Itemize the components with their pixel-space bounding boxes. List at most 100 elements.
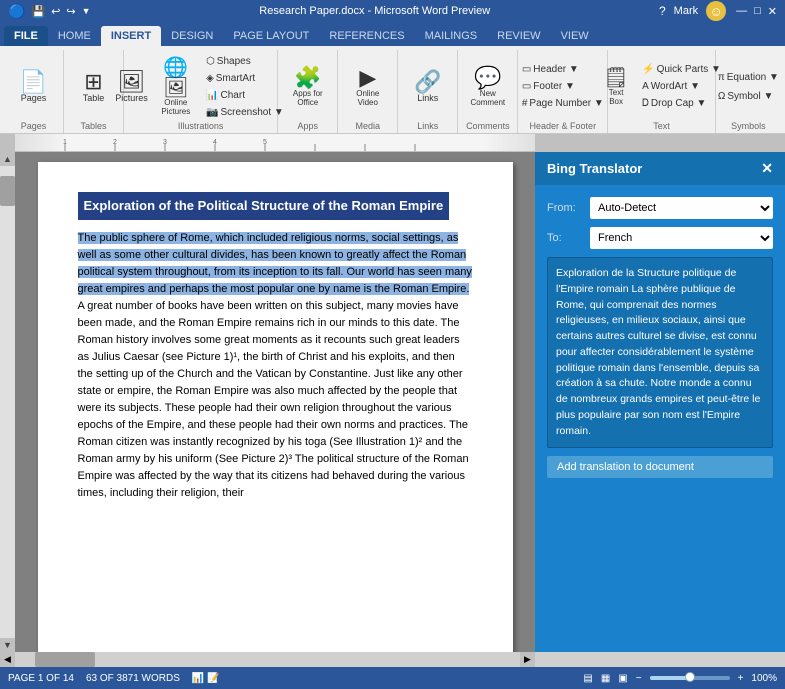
screenshot-button[interactable]: 📷 Screenshot ▼ xyxy=(202,105,288,120)
translator-header: Bing Translator ✕ xyxy=(535,152,785,185)
help-icon[interactable]: ? xyxy=(659,4,666,18)
smartart-button[interactable]: ◈ SmartArt xyxy=(202,71,288,86)
translator-add-button[interactable]: Add translation to document xyxy=(547,456,773,478)
apps-buttons: 🧩 Apps forOffice xyxy=(289,52,327,121)
tab-design[interactable]: DESIGN xyxy=(161,26,223,46)
document[interactable]: Exploration of the Political Structure o… xyxy=(38,162,513,652)
links-label: Links xyxy=(417,93,438,103)
view-icon-read[interactable]: ▤ xyxy=(583,673,592,684)
tab-references[interactable]: REFERENCES xyxy=(319,26,414,46)
media-group-label: Media xyxy=(356,121,381,133)
scroll-down-arrow[interactable]: ▼ xyxy=(1,638,14,652)
pictures-icon: 🖼 xyxy=(118,71,146,93)
maximize-btn[interactable]: □ xyxy=(754,5,761,17)
ribbon-group-text: 🗒 TextBox ⚡ Quick Parts ▼ A WordArt ▼ Ꭰ … xyxy=(608,50,715,133)
new-comment-icon: 💬 xyxy=(474,67,501,89)
pictures-button[interactable]: 🖼 Pictures xyxy=(114,69,150,105)
h-scroll-left[interactable]: ◀ xyxy=(0,652,15,667)
zoom-minus[interactable]: − xyxy=(636,673,642,684)
h-scroll-right-filler xyxy=(535,652,785,667)
h-scroll-right[interactable]: ▶ xyxy=(520,652,535,667)
document-title: Exploration of the Political Structure o… xyxy=(78,192,450,220)
qat-save[interactable]: 💾 xyxy=(31,5,45,18)
left-scrollbar[interactable]: ▲ ▼ xyxy=(0,152,15,652)
tab-page-layout[interactable]: PAGE LAYOUT xyxy=(223,26,319,46)
comments-buttons: 💬 NewComment xyxy=(466,52,509,121)
ribbon-group-media: ▶ OnlineVideo Media xyxy=(338,50,398,133)
ruler: 1 2 3 4 5 xyxy=(0,134,785,152)
ribbon: 📄 Pages Pages ⊞ Table Tables 🖼 Pictures … xyxy=(0,46,785,134)
links-button[interactable]: 🔗 Links xyxy=(410,69,446,105)
tab-mailings[interactable]: MAILINGS xyxy=(415,26,488,46)
h-scroll-thumb[interactable] xyxy=(35,652,95,667)
header-button[interactable]: ▭ Header ▼ xyxy=(518,62,608,77)
links-buttons: 🔗 Links xyxy=(410,52,446,121)
symbols-buttons: π Equation ▼ Ω Symbol ▼ xyxy=(714,52,783,121)
smartart-label: SmartArt xyxy=(216,73,255,84)
comments-group-label: Comments xyxy=(466,121,510,133)
footer-icon: ▭ xyxy=(522,81,531,92)
header-footer-group-label: Header & Footer xyxy=(530,121,597,133)
apps-button[interactable]: 🧩 Apps forOffice xyxy=(289,65,327,109)
translator-close-button[interactable]: ✕ xyxy=(761,160,773,177)
tab-view[interactable]: VIEW xyxy=(551,26,599,46)
window-controls: ? Mark ☺ — □ ✕ xyxy=(659,1,777,21)
scroll-up-arrow[interactable]: ▲ xyxy=(1,152,14,166)
close-btn[interactable]: ✕ xyxy=(768,5,777,18)
h-scrollbar-area: ◀ ▶ xyxy=(0,652,785,667)
equation-button[interactable]: π Equation ▼ xyxy=(714,70,783,85)
drop-cap-button[interactable]: Ꭰ Drop Cap ▼ xyxy=(638,96,725,111)
symbols-group-label: Symbols xyxy=(731,121,766,133)
new-comment-button[interactable]: 💬 NewComment xyxy=(466,65,509,109)
wordart-button[interactable]: A WordArt ▼ xyxy=(638,79,725,94)
tab-file[interactable]: FILE xyxy=(4,26,48,46)
ribbon-group-links: 🔗 Links Links xyxy=(398,50,458,133)
online-pictures-label: OnlinePictures xyxy=(161,98,190,116)
table-button[interactable]: ⊞ Table xyxy=(76,69,112,105)
apps-label: Apps forOffice xyxy=(293,89,323,107)
symbol-button[interactable]: Ω Symbol ▼ xyxy=(714,89,783,104)
page-number-label: Page Number ▼ xyxy=(529,98,603,109)
translator-to-select[interactable]: French Spanish English German Italian xyxy=(590,227,773,249)
ruler-content: 1 2 3 4 5 xyxy=(15,134,535,151)
chart-button[interactable]: 📊 Chart xyxy=(202,88,288,103)
tab-review[interactable]: REVIEW xyxy=(487,26,550,46)
text-box-button[interactable]: 🗒 TextBox xyxy=(598,66,634,108)
qat-undo[interactable]: ↩ xyxy=(51,5,60,18)
drop-cap-icon: Ꭰ xyxy=(642,98,649,109)
pages-icon: 📄 xyxy=(20,71,47,93)
pages-button[interactable]: 📄 Pages xyxy=(16,69,52,105)
zoom-plus[interactable]: + xyxy=(738,673,744,684)
pages-buttons: 📄 Pages xyxy=(16,52,52,121)
svg-text:2: 2 xyxy=(113,139,117,146)
quick-parts-button[interactable]: ⚡ Quick Parts ▼ xyxy=(638,62,725,77)
shapes-icon: ⬡ xyxy=(206,56,215,67)
footer-button[interactable]: ▭ Footer ▼ xyxy=(518,79,608,94)
svg-text:5: 5 xyxy=(263,139,267,146)
scroll-thumb[interactable] xyxy=(0,176,15,206)
h-scroll-track[interactable] xyxy=(15,652,520,667)
online-video-button[interactable]: ▶ OnlineVideo xyxy=(350,65,386,109)
page-info: PAGE 1 OF 14 xyxy=(8,673,74,684)
tab-insert[interactable]: INSERT xyxy=(101,26,161,46)
text-box-label: TextBox xyxy=(609,88,624,106)
ribbon-group-header-footer: ▭ Header ▼ ▭ Footer ▼ # Page Number ▼ He… xyxy=(518,50,608,133)
qat-customize[interactable]: ▼ xyxy=(82,6,91,16)
doc-area: ▲ ▼ Exploration of the Political Structu… xyxy=(0,152,785,652)
shapes-button[interactable]: ⬡ Shapes xyxy=(202,54,288,69)
qat-redo[interactable]: ↪ xyxy=(66,5,75,18)
scroll-track[interactable] xyxy=(0,166,15,638)
svg-text:3: 3 xyxy=(163,139,167,146)
minimize-btn[interactable]: — xyxy=(736,5,747,17)
page-number-button[interactable]: # Page Number ▼ xyxy=(518,96,608,111)
translator-from-select[interactable]: Auto-Detect English Spanish French Germa… xyxy=(590,197,773,219)
tables-buttons: ⊞ Table xyxy=(76,52,112,121)
tab-home[interactable]: HOME xyxy=(48,26,101,46)
view-icon-print[interactable]: ▦ xyxy=(601,673,610,684)
ribbon-group-illustrations: 🖼 Pictures 🌐🖼 OnlinePictures ⬡ Shapes ◈ … xyxy=(124,50,278,133)
view-icon-web[interactable]: ▣ xyxy=(618,673,627,684)
online-pictures-button[interactable]: 🌐🖼 OnlinePictures xyxy=(154,56,199,118)
zoom-thumb[interactable] xyxy=(685,672,695,682)
text-col2: ⚡ Quick Parts ▼ A WordArt ▼ Ꭰ Drop Cap ▼ xyxy=(638,62,725,111)
zoom-slider[interactable] xyxy=(650,676,730,680)
